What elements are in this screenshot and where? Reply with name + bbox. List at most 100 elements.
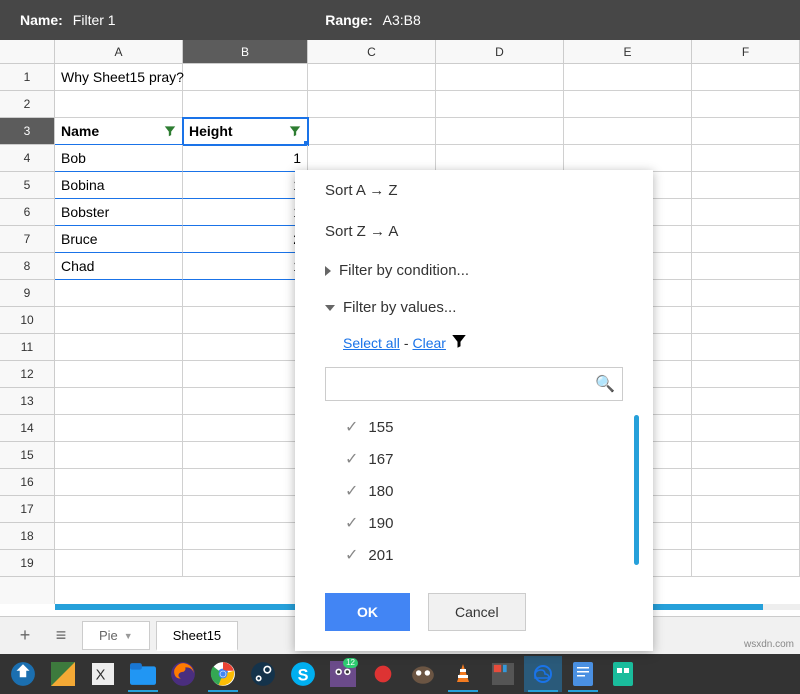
filter-value-item[interactable]: ✓180 [345,475,623,507]
firefox-icon[interactable] [164,656,202,692]
filter-funnel-icon[interactable] [450,332,468,353]
cell[interactable] [55,307,183,334]
cell[interactable]: 1 [183,145,308,172]
row-header[interactable]: 10 [0,307,54,334]
cell[interactable] [55,469,183,496]
cell[interactable]: Bobina [55,172,183,199]
row-header[interactable]: 13 [0,388,54,415]
steam-icon[interactable] [244,656,282,692]
corner-cell[interactable] [0,40,55,63]
cell[interactable] [183,361,308,388]
cell[interactable] [183,415,308,442]
sort-az-item[interactable]: Sort A → Z [295,170,653,211]
row-header[interactable]: 7 [0,226,54,253]
filter-icon[interactable] [286,122,304,140]
select-all-link[interactable]: Select all [343,335,400,351]
row-header[interactable]: 2 [0,91,54,118]
row-header[interactable]: 4 [0,145,54,172]
cell[interactable]: Chad [55,253,183,280]
cell[interactable] [308,91,436,118]
row-header[interactable]: 3 [0,118,54,145]
cell[interactable] [183,523,308,550]
cell[interactable] [55,496,183,523]
cancel-button[interactable]: Cancel [428,593,526,631]
app-icon[interactable] [44,656,82,692]
cell[interactable] [692,361,800,388]
filter-value-item[interactable]: ✓190 [345,507,623,539]
sort-za-item[interactable]: Sort Z → A [295,211,653,252]
cell-header-height[interactable]: Height [183,118,308,145]
cell[interactable] [183,388,308,415]
cell[interactable] [183,442,308,469]
row-header[interactable]: 17 [0,496,54,523]
add-sheet-button[interactable]: + [10,621,40,651]
cell[interactable]: Why Sheet15 pray? [55,64,183,91]
cell-header-name[interactable]: Name [55,118,183,145]
cell[interactable] [55,280,183,307]
col-header-a[interactable]: A [55,40,183,63]
document-icon[interactable] [564,656,602,692]
chrome-icon[interactable] [204,656,242,692]
filter-value-item[interactable]: ✓155 [345,411,623,443]
row-header[interactable]: 14 [0,415,54,442]
cell[interactable] [692,415,800,442]
cell[interactable] [55,523,183,550]
cell[interactable] [692,172,800,199]
cell[interactable] [436,64,564,91]
app-icon[interactable] [524,656,562,692]
filter-value-item[interactable]: ✓201 [345,539,623,571]
cell[interactable] [564,118,692,145]
cell[interactable] [692,64,800,91]
cell[interactable] [183,469,308,496]
cell[interactable] [692,469,800,496]
col-header-b[interactable]: B [183,40,308,63]
cell[interactable]: Bobster [55,199,183,226]
cell[interactable] [183,91,308,118]
file-manager-icon[interactable] [124,656,162,692]
app-icon[interactable] [364,656,402,692]
cell[interactable] [692,226,800,253]
cell[interactable] [55,550,183,577]
cell[interactable] [564,145,692,172]
col-header-e[interactable]: E [564,40,692,63]
cell[interactable] [308,64,436,91]
cell[interactable]: 1 [183,199,308,226]
cell[interactable] [692,523,800,550]
clear-link[interactable]: Clear [412,335,445,351]
cell[interactable] [692,91,800,118]
app-icon[interactable]: X [84,656,122,692]
row-header[interactable]: 9 [0,280,54,307]
cell[interactable] [183,280,308,307]
cell[interactable] [564,64,692,91]
ok-button[interactable]: OK [325,593,410,631]
col-header-c[interactable]: C [308,40,436,63]
row-header[interactable]: 6 [0,199,54,226]
cell[interactable] [183,550,308,577]
row-header[interactable]: 15 [0,442,54,469]
tab-menu-icon[interactable]: ▼ [124,631,133,641]
cell[interactable] [308,118,436,145]
cell[interactable]: Bob [55,145,183,172]
cell[interactable] [692,550,800,577]
filter-icon[interactable] [161,122,179,140]
cell[interactable] [692,388,800,415]
cell[interactable] [183,496,308,523]
cell[interactable] [692,307,800,334]
cell[interactable]: 1 [183,172,308,199]
cell[interactable] [55,388,183,415]
cell[interactable] [564,91,692,118]
cell[interactable] [183,334,308,361]
cell[interactable] [692,280,800,307]
all-sheets-button[interactable]: ≡ [46,621,76,651]
tab-sheet15[interactable]: Sheet15 [156,621,238,651]
cell[interactable] [692,199,800,226]
cell[interactable] [308,145,436,172]
filter-by-values-toggle[interactable]: Filter by values... [295,289,653,326]
cell[interactable]: 1 [183,253,308,280]
cell[interactable] [55,334,183,361]
filter-value-item[interactable]: ✓167 [345,443,623,475]
search-icon[interactable]: 🔍 [595,374,615,394]
cell[interactable] [183,307,308,334]
filter-by-condition-toggle[interactable]: Filter by condition... [295,252,653,289]
start-menu-icon[interactable] [4,656,42,692]
